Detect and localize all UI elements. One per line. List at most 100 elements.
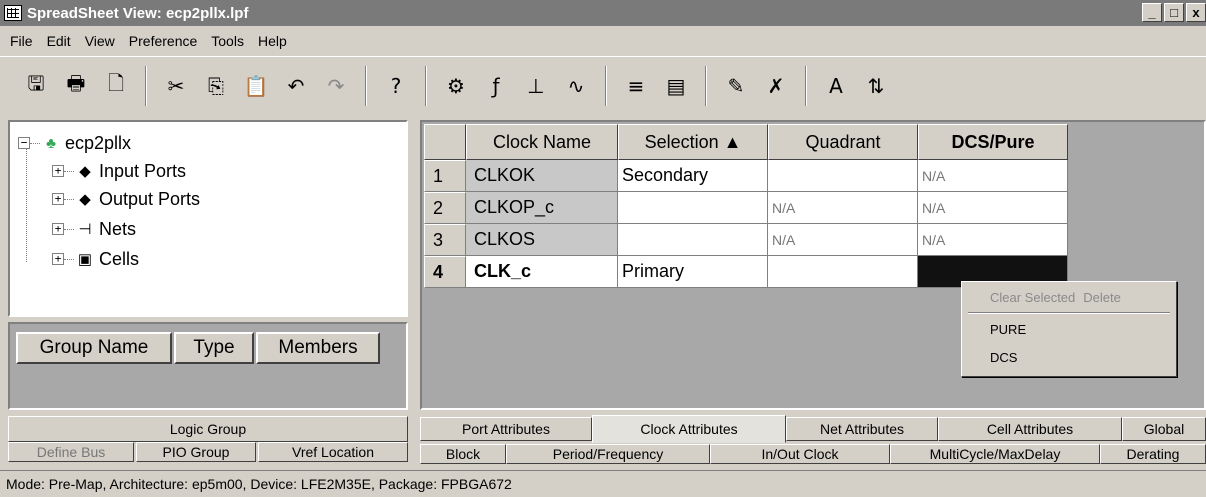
cut-icon: ✂ <box>167 73 185 98</box>
menu-view[interactable]: View <box>78 33 122 49</box>
expand-icon[interactable]: + <box>52 165 64 177</box>
toolbar-separator <box>805 65 807 106</box>
port-icon: ◆ <box>79 191 91 208</box>
tab-vref-location[interactable]: Vref Location <box>258 442 408 462</box>
tree-item-input-ports[interactable]: + ◆ Input Ports <box>52 158 186 184</box>
selection-cell[interactable]: Primary <box>618 256 768 288</box>
font-button[interactable]: A <box>821 70 851 102</box>
function-button[interactable]: ƒ <box>481 70 511 102</box>
row-number[interactable]: 2 <box>424 192 466 224</box>
menu-preference[interactable]: Preference <box>122 33 204 49</box>
tree-item-label: Output Ports <box>99 188 201 209</box>
quadrant-cell[interactable]: N/A <box>768 224 918 256</box>
cells-button[interactable]: ▤ <box>661 70 691 102</box>
tab-multicycle-maxdelay[interactable]: MultiCycle/MaxDelay <box>890 444 1100 464</box>
clear-button[interactable]: ✗ <box>761 70 791 102</box>
paste-icon: 📋 <box>243 73 269 98</box>
selection-cell[interactable] <box>618 224 768 256</box>
column-header-group-name[interactable]: Group Name <box>16 332 172 364</box>
sort-button[interactable]: ⇅ <box>861 70 891 102</box>
cut-button[interactable]: ✂ <box>161 70 191 102</box>
clock-name-cell[interactable]: CLKOS <box>466 224 618 256</box>
dcs-pure-cell[interactable]: N/A <box>918 224 1068 256</box>
menu-help[interactable]: Help <box>251 33 294 49</box>
tree-item-output-ports[interactable]: + ◆ Output Ports <box>52 186 200 212</box>
row-number[interactable]: 1 <box>424 160 466 192</box>
timing-icon: ⊥ <box>527 73 545 98</box>
waveform-button[interactable]: ∿ <box>561 70 591 102</box>
edit-icon: ✎ <box>727 73 745 98</box>
title-bar[interactable]: SpreadSheet View: ecp2pllx.lpf _ □ x <box>0 0 1206 26</box>
column-header-members[interactable]: Members <box>256 332 380 364</box>
corner-header <box>424 124 466 160</box>
quadrant-cell[interactable] <box>768 160 918 192</box>
list-button[interactable]: ≡ <box>621 70 651 102</box>
expand-icon[interactable]: + <box>52 223 64 235</box>
tab-in-out-clock[interactable]: In/Out Clock <box>710 444 890 464</box>
clock-icon: ⚙ <box>447 73 465 98</box>
paste-button[interactable]: 📋 <box>241 70 271 102</box>
tab-define-bus[interactable]: Define Bus <box>8 442 134 462</box>
column-header-quadrant[interactable]: Quadrant <box>768 124 918 160</box>
redo-button[interactable]: ↷ <box>321 70 351 102</box>
tab-net-attributes[interactable]: Net Attributes <box>786 417 938 441</box>
quadrant-cell[interactable]: N/A <box>768 192 918 224</box>
dcs-menu-item[interactable]: DCS <box>990 350 1017 365</box>
tab-block[interactable]: Block <box>420 444 506 464</box>
dcs-pure-cell[interactable]: N/A <box>918 160 1068 192</box>
tab-period-frequency[interactable]: Period/Frequency <box>506 444 710 464</box>
clock-name-cell[interactable]: CLK_c <box>466 256 618 288</box>
print-preview-button[interactable]: 🗋 <box>101 70 131 102</box>
delete-menu-item[interactable]: Delete <box>1083 290 1121 305</box>
help-button[interactable]: ? <box>381 70 411 102</box>
clock-button[interactable]: ⚙ <box>441 70 471 102</box>
spreadsheet-view-window: SpreadSheet View: ecp2pllx.lpf _ □ x Fil… <box>0 0 1206 497</box>
list-icon: ≡ <box>627 73 645 98</box>
column-header-selection[interactable]: Selection ▲ <box>618 124 768 160</box>
context-menu-actions: Clear Selected Delete <box>990 290 1121 305</box>
toolbar-separator <box>145 65 147 106</box>
maximize-button[interactable]: □ <box>1164 3 1184 22</box>
tab-port-attributes[interactable]: Port Attributes <box>420 417 592 441</box>
expand-icon[interactable]: + <box>52 253 64 265</box>
tree-root[interactable]: − ♣ ecp2pllx <box>18 130 131 156</box>
tab-clock-attributes[interactable]: Clock Attributes <box>592 415 786 443</box>
collapse-icon[interactable]: − <box>18 137 30 149</box>
column-header-clock-name[interactable]: Clock Name <box>466 124 618 160</box>
quadrant-cell[interactable] <box>768 256 918 288</box>
print-button[interactable]: 🖶 <box>61 70 91 102</box>
close-button[interactable]: x <box>1186 3 1206 22</box>
expand-icon[interactable]: + <box>52 193 64 205</box>
column-header-type[interactable]: Type <box>174 332 254 364</box>
selection-cell[interactable] <box>618 192 768 224</box>
tab-pio-group[interactable]: PIO Group <box>136 442 256 462</box>
tab-global[interactable]: Global <box>1122 417 1206 441</box>
row-number[interactable]: 4 <box>424 256 466 288</box>
tree-item-label: Input Ports <box>99 160 187 181</box>
save-button[interactable]: 🖫 <box>21 70 51 102</box>
undo-icon: ↶ <box>287 73 305 98</box>
timing-button[interactable]: ⊥ <box>521 70 551 102</box>
tree-item-nets[interactable]: + ⊣ Nets <box>52 216 136 242</box>
tab-derating[interactable]: Derating <box>1100 444 1206 464</box>
tree-connector <box>30 142 40 144</box>
pure-menu-item[interactable]: PURE <box>990 322 1026 337</box>
edit-button[interactable]: ✎ <box>721 70 751 102</box>
menu-tools[interactable]: Tools <box>204 33 251 49</box>
undo-button[interactable]: ↶ <box>281 70 311 102</box>
minimize-button[interactable]: _ <box>1142 3 1162 22</box>
clear-selected-menu-item[interactable]: Clear Selected <box>990 290 1075 305</box>
tab-cell-attributes[interactable]: Cell Attributes <box>938 417 1122 441</box>
row-number[interactable]: 3 <box>424 224 466 256</box>
clock-name-cell[interactable]: CLKOP_c <box>466 192 618 224</box>
tree-item-cells[interactable]: + ▣ Cells <box>52 246 139 272</box>
selection-cell[interactable]: Secondary <box>618 160 768 192</box>
column-header-dcs-pure[interactable]: DCS/Pure <box>918 124 1068 160</box>
menu-file[interactable]: File <box>3 33 40 49</box>
dcs-pure-cell[interactable]: N/A <box>918 192 1068 224</box>
tab-logic-group[interactable]: Logic Group <box>8 416 408 442</box>
window-title: SpreadSheet View: ecp2pllx.lpf <box>27 4 249 22</box>
clock-name-cell[interactable]: CLKOK <box>466 160 618 192</box>
copy-button[interactable]: ⎘ <box>201 70 231 102</box>
menu-edit[interactable]: Edit <box>40 33 78 49</box>
